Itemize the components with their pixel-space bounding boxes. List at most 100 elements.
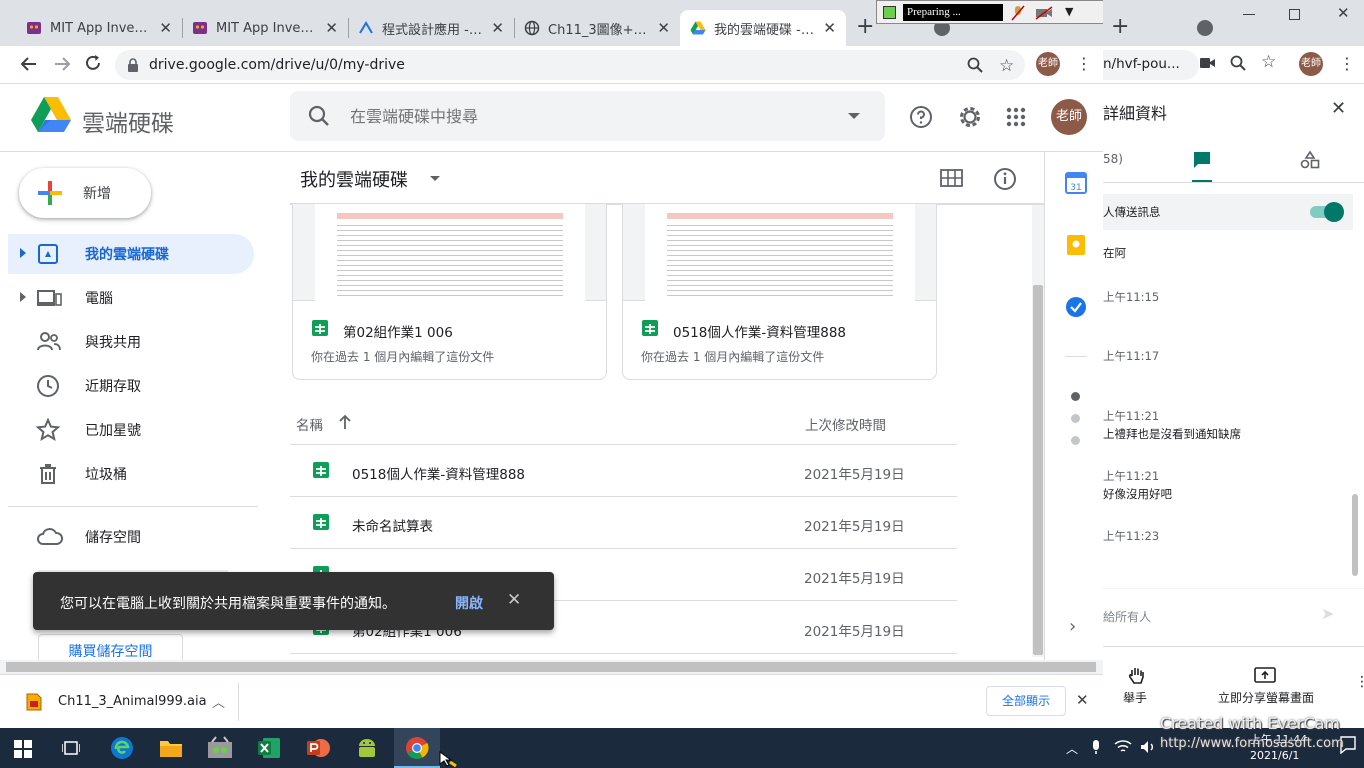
download-filename[interactable]: Ch11_3_Animal999.aia bbox=[58, 694, 207, 709]
chat-input[interactable]: 給所有人 bbox=[1103, 608, 1151, 625]
account-avatar[interactable]: 老師 bbox=[1051, 99, 1087, 135]
tab-search-button-2[interactable] bbox=[1197, 20, 1213, 36]
grid-view-toggle-icon[interactable] bbox=[940, 168, 964, 188]
forward-icon[interactable] bbox=[53, 55, 71, 73]
snackbar-close-icon[interactable]: ✕ bbox=[507, 590, 521, 610]
mic-muted-icon[interactable] bbox=[1011, 5, 1025, 21]
camera-muted-icon[interactable] bbox=[1035, 5, 1053, 21]
expand-arrow-icon[interactable] bbox=[20, 248, 26, 258]
close-tab-icon[interactable]: ✕ bbox=[823, 19, 836, 37]
suggested-file-card[interactable]: 第02組作業1 006 你在過去 1 個月內編輯了這份文件 bbox=[292, 182, 607, 380]
send-icon[interactable]: ➤ bbox=[1321, 604, 1334, 623]
present-screen-icon[interactable] bbox=[1254, 667, 1276, 685]
notifications-icon[interactable] bbox=[1340, 736, 1356, 754]
chrome-menu-icon-2[interactable]: ⋮ bbox=[1339, 54, 1355, 73]
recorder-menu-icon[interactable]: ▼ bbox=[1065, 5, 1073, 18]
close-tab-icon[interactable]: ✕ bbox=[159, 19, 172, 37]
chrome-profile-avatar-2[interactable]: 老師 bbox=[1299, 52, 1323, 76]
minimize-button[interactable] bbox=[1243, 14, 1255, 15]
tray-volume-icon[interactable] bbox=[1140, 740, 1156, 754]
tray-time[interactable]: 上午 11:44 bbox=[1250, 731, 1307, 747]
download-options-chevron-icon[interactable]: ︿ bbox=[212, 692, 225, 711]
bookmark-star-icon-2[interactable]: ☆ bbox=[1261, 52, 1276, 72]
close-download-shelf-icon[interactable]: ✕ bbox=[1076, 691, 1089, 709]
apps-grid-icon[interactable] bbox=[1006, 107, 1026, 127]
column-header-modified[interactable]: 上次修改時間 bbox=[805, 414, 886, 434]
google-drive-logo[interactable] bbox=[30, 96, 72, 134]
bookmark-star-icon[interactable]: ☆ bbox=[999, 56, 1014, 76]
chat-icon[interactable] bbox=[1192, 150, 1212, 170]
nav-trash[interactable]: 垃圾桶 bbox=[8, 454, 254, 494]
nav-starred[interactable]: 已加星號 bbox=[8, 410, 254, 450]
carousel-dot[interactable] bbox=[1071, 414, 1080, 423]
column-header-name[interactable]: 名稱 bbox=[296, 414, 323, 434]
settings-gear-icon[interactable] bbox=[957, 104, 983, 130]
horizontal-scrollbar-thumb[interactable] bbox=[6, 662, 1096, 672]
horizontal-scrollbar[interactable] bbox=[0, 660, 1103, 674]
lock-icon[interactable] bbox=[127, 58, 139, 72]
tray-expand-icon[interactable]: ︿ bbox=[1066, 740, 1078, 757]
file-row[interactable]: 0518個人作業-資料管理888 2021年5月19日 bbox=[290, 445, 957, 497]
new-tab-button[interactable]: + bbox=[856, 16, 874, 38]
help-icon[interactable] bbox=[909, 105, 933, 129]
search-options-icon[interactable] bbox=[848, 113, 860, 119]
tray-network-icon[interactable] bbox=[1114, 740, 1132, 754]
breadcrumb-label[interactable]: 我的雲端硬碟 bbox=[300, 166, 408, 192]
participant-count[interactable]: 58) bbox=[1103, 152, 1123, 166]
close-window-button[interactable]: ✕ bbox=[1337, 4, 1350, 22]
carousel-dot[interactable] bbox=[1071, 436, 1080, 445]
tasks-icon[interactable] bbox=[1065, 296, 1087, 318]
main-scrollbar[interactable] bbox=[1032, 205, 1044, 657]
close-tab-icon[interactable]: ✕ bbox=[325, 19, 338, 37]
chrome-menu-icon[interactable]: ⋮ bbox=[1076, 54, 1092, 73]
excel-icon[interactable] bbox=[257, 736, 281, 760]
breadcrumb-caret-icon[interactable] bbox=[430, 176, 440, 181]
maximize-button[interactable] bbox=[1289, 9, 1300, 20]
task-view-icon[interactable] bbox=[62, 740, 80, 756]
chat-scrollbar[interactable] bbox=[1352, 494, 1358, 576]
browser-tab-4[interactable]: Ch11_3圖像+音效 ✕ bbox=[514, 10, 680, 46]
search-input[interactable] bbox=[350, 101, 820, 131]
edge-browser-icon[interactable] bbox=[110, 736, 134, 760]
carousel-dot-active[interactable] bbox=[1071, 392, 1080, 401]
browser-tab-1[interactable]: MIT App Inventor ✕ bbox=[16, 10, 182, 46]
details-info-icon[interactable] bbox=[993, 167, 1017, 191]
close-tab-icon[interactable]: ✕ bbox=[491, 19, 504, 37]
new-button[interactable]: 新增 bbox=[19, 168, 151, 218]
close-panel-icon[interactable]: ✕ bbox=[1331, 98, 1346, 119]
back-icon[interactable] bbox=[20, 55, 38, 73]
snackbar-enable-button[interactable]: 開啟 bbox=[455, 593, 483, 613]
reload-icon[interactable] bbox=[84, 54, 102, 72]
nav-computers[interactable]: 電腦 bbox=[8, 278, 254, 318]
activities-icon[interactable] bbox=[1300, 150, 1320, 170]
search-icon[interactable] bbox=[308, 105, 330, 127]
browser-tab-2[interactable]: MIT App Inventor ✕ bbox=[182, 10, 348, 46]
chrome-profile-avatar[interactable]: 老師 bbox=[1036, 52, 1060, 76]
tray-date[interactable]: 2021/6/1 bbox=[1250, 749, 1299, 762]
keep-icon[interactable] bbox=[1065, 234, 1087, 256]
suggested-file-card[interactable]: 0518個人作業-資料管理888 你在過去 1 個月內編輯了這份文件 bbox=[622, 182, 937, 380]
browser-tab-5-active[interactable]: 我的雲端硬碟 - Go ✕ bbox=[680, 10, 846, 46]
omnibox[interactable]: drive.google.com/drive/u/0/my-drive ☆ bbox=[115, 50, 1025, 80]
zoom-icon[interactable] bbox=[967, 57, 983, 73]
sort-arrow-up-icon[interactable] bbox=[338, 414, 352, 430]
nav-my-drive[interactable]: 我的雲端硬碟 bbox=[8, 234, 254, 274]
zoom-icon-2[interactable] bbox=[1230, 55, 1246, 71]
browser-tab-3[interactable]: 程式設計應用 - Tr ✕ bbox=[348, 10, 514, 46]
raise-hand-icon[interactable] bbox=[1127, 666, 1147, 686]
camera-icon[interactable] bbox=[1200, 56, 1216, 70]
new-tab-button-2[interactable]: + bbox=[1111, 16, 1129, 38]
file-row[interactable]: 未命名試算表 2021年5月19日 bbox=[290, 497, 957, 549]
android-icon[interactable] bbox=[356, 736, 378, 760]
search-box[interactable] bbox=[290, 91, 885, 141]
show-all-downloads-button[interactable]: 全部顯示 bbox=[986, 686, 1066, 716]
nav-recent[interactable]: 近期存取 bbox=[8, 366, 254, 406]
chrome-taskbar-button[interactable] bbox=[394, 728, 440, 768]
windows-start-icon[interactable] bbox=[14, 740, 32, 758]
app-icon[interactable] bbox=[207, 736, 233, 760]
powerpoint-icon[interactable] bbox=[306, 736, 330, 760]
close-tab-icon[interactable]: ✕ bbox=[657, 19, 670, 37]
chat-permission-toggle[interactable] bbox=[1310, 202, 1344, 222]
nav-shared-with-me[interactable]: 與我共用 bbox=[8, 322, 254, 362]
calendar-icon[interactable]: 31 bbox=[1065, 172, 1087, 194]
